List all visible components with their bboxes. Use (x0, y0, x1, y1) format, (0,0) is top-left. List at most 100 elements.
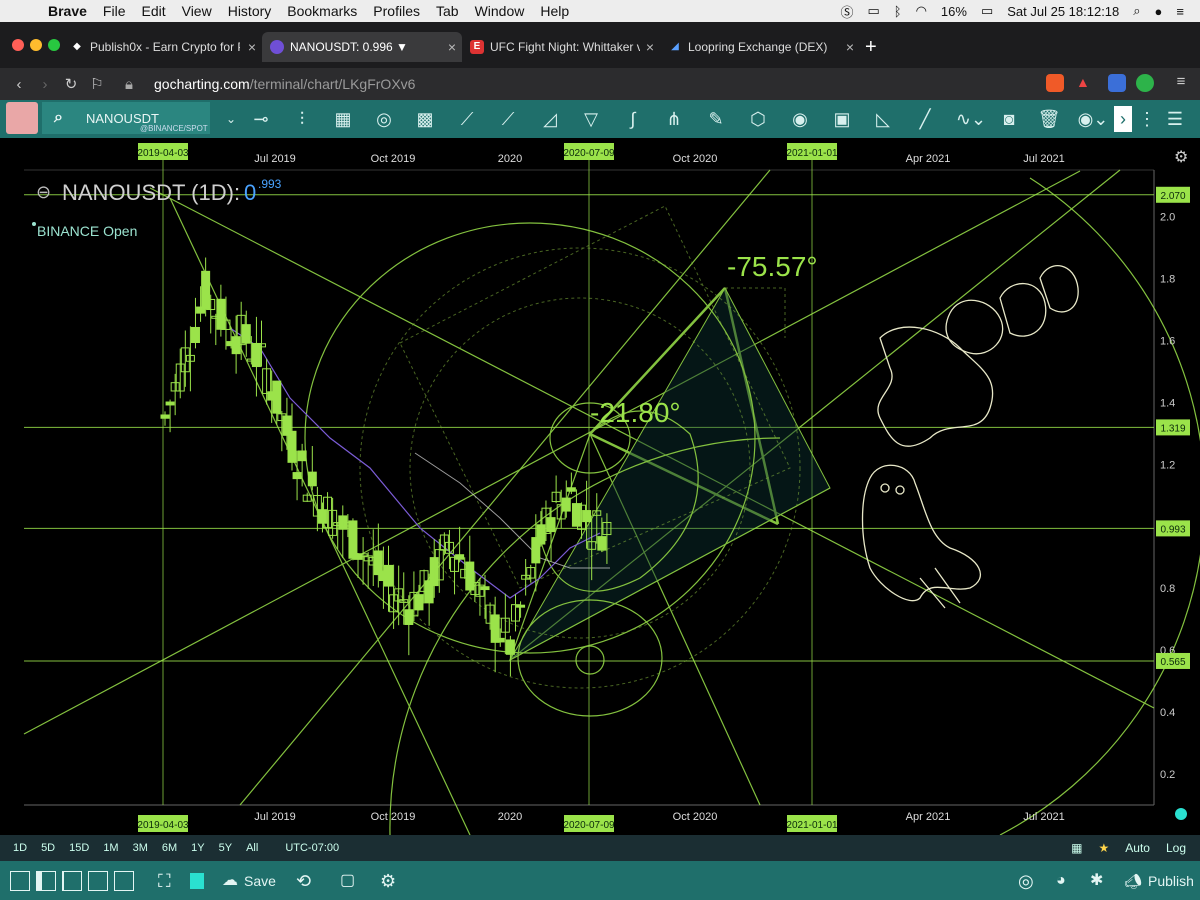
timeframe-1y[interactable]: 1Y (184, 842, 211, 854)
chevron-down-icon[interactable]: ⌄ (218, 106, 244, 132)
layout-columns-icon[interactable] (62, 871, 82, 891)
menu-file[interactable]: File (95, 3, 134, 19)
chart-settings-icon[interactable]: ⚙ (1174, 147, 1188, 166)
battery-icon[interactable]: ▭ (981, 3, 993, 19)
star-icon[interactable]: ★ (1099, 841, 1110, 855)
menu-history[interactable]: History (220, 3, 280, 19)
grammarly-icon[interactable] (1136, 74, 1154, 92)
menu-bookmarks[interactable]: Bookmarks (279, 3, 365, 19)
layout-split-icon[interactable] (36, 871, 56, 891)
close-tab-icon[interactable]: × (248, 39, 256, 55)
fullscreen-icon[interactable]: ⛶ (158, 870, 171, 892)
timeframe-3m[interactable]: 3M (126, 842, 155, 854)
user-avatar-icon[interactable]: ● (1155, 4, 1163, 19)
horizontal-line-tool-icon[interactable]: ⊸ (248, 106, 274, 132)
measure-icon[interactable]: ◺ (870, 106, 896, 132)
menu-tab[interactable]: Tab (428, 3, 467, 19)
timeframe-5y[interactable]: 5Y (212, 842, 239, 854)
timeframe-6m[interactable]: 6M (155, 842, 184, 854)
search-icon[interactable]: ⌕ (54, 102, 63, 134)
filter-icon[interactable]: ▽ (578, 106, 604, 132)
layout-grid-icon[interactable] (114, 871, 134, 891)
pitchfork-icon[interactable]: ⋔ (661, 106, 687, 132)
ray-tool-icon[interactable]: ⟋ (495, 106, 521, 132)
forward-icon[interactable]: › (32, 76, 58, 93)
megaphone-icon[interactable]: 📣︎ (1124, 870, 1142, 892)
theme-icon[interactable] (190, 873, 204, 889)
layout-rows-icon[interactable] (88, 871, 108, 891)
chart-svg[interactable]: 2019-04-03 2019-04-03 2020-07-09 2020-07-09… (0, 138, 1200, 835)
zoom-out-icon[interactable]: ⊖ (36, 182, 51, 202)
log-scale-toggle[interactable]: Log (1166, 841, 1186, 855)
timeframe-1d[interactable]: 1D (6, 842, 34, 854)
brave-shield-icon[interactable] (1046, 74, 1064, 92)
menubar-clock[interactable]: Sat Jul 25 18:12:18 (1007, 4, 1119, 19)
more-vertical-icon[interactable]: ⋮ (1134, 106, 1160, 132)
camera-icon[interactable]: ◙ (996, 106, 1022, 132)
menu-profiles[interactable]: Profiles (365, 3, 428, 19)
tab-loopring[interactable]: ◢ Loopring Exchange (DEX) × (660, 32, 860, 62)
history-icon[interactable]: ⟲ (296, 870, 311, 892)
eye-icon[interactable]: ◉⌄ (1076, 106, 1110, 132)
image-icon[interactable]: ▣ (829, 106, 855, 132)
cube-icon[interactable]: ⬡ (745, 106, 771, 132)
menu-help[interactable]: Help (532, 3, 577, 19)
back-icon[interactable]: ‹ (6, 76, 32, 93)
browser-menu-icon[interactable]: ≡ (1168, 73, 1194, 90)
brush-icon[interactable]: ✎ (703, 106, 729, 132)
app-logo[interactable] (6, 102, 38, 134)
wifi-icon[interactable]: ◠ (916, 3, 927, 19)
tab-nanousdt[interactable]: NANOUSDT: 0.996 ▼ × (262, 32, 462, 62)
bookmark-icon[interactable]: ⚐ (84, 75, 110, 93)
trash-icon[interactable]: 🗑︎ (1034, 106, 1064, 132)
publish-button[interactable]: Publish (1148, 870, 1194, 892)
fullscreen-window-button[interactable] (48, 39, 60, 51)
layout-single-icon[interactable] (10, 871, 30, 891)
save-button[interactable]: Save (244, 870, 276, 892)
settings-icon[interactable]: ⚙ (380, 870, 396, 892)
timeframe-all[interactable]: All (239, 842, 265, 854)
bluetooth-icon[interactable]: ᛒ (894, 4, 902, 19)
control-center-icon[interactable]: ≡ (1176, 4, 1184, 19)
discord-icon[interactable]: ◕ (1056, 870, 1066, 892)
new-tab-icon[interactable]: + (865, 36, 877, 59)
menu-window[interactable]: Window (467, 3, 533, 19)
address-field[interactable]: gocharting.com/terminal/chart/LKgFrOXv6 (154, 76, 415, 92)
curve-tool-icon[interactable]: ∫ (620, 106, 646, 132)
skype-icon[interactable]: Ⓢ (840, 2, 853, 21)
timezone-selector[interactable]: UTC-07:00 (285, 842, 339, 854)
chart-area[interactable]: 2019-04-03 2019-04-03 2020-07-09 2020-07-09… (0, 138, 1200, 835)
fan-tool-icon[interactable]: ◿ (537, 106, 563, 132)
translate-icon[interactable] (1108, 74, 1126, 92)
line-tool-icon[interactable]: ╱ (912, 106, 938, 132)
menu-edit[interactable]: Edit (133, 3, 173, 19)
indicator-icon[interactable]: ∿⌄ (954, 106, 988, 132)
expand-right-icon[interactable]: › (1114, 106, 1132, 132)
tab-ufc[interactable]: E UFC Fight Night: Whittaker vs. T × (462, 32, 660, 62)
menu-view[interactable]: View (174, 3, 220, 19)
scroll-indicator[interactable] (1175, 808, 1187, 820)
grid-tool-icon[interactable]: ▦ (330, 106, 356, 132)
vertical-line-tool-icon[interactable]: ⫶ (289, 106, 315, 132)
timeframe-5d[interactable]: 5D (34, 842, 62, 854)
spotlight-icon[interactable]: ⌕ (1133, 3, 1140, 19)
cloud-icon[interactable]: ☁ (222, 870, 238, 892)
gann-box-icon[interactable]: ▩ (412, 106, 438, 132)
minimize-window-button[interactable] (30, 39, 42, 51)
trendline-icon[interactable]: ⟋ (454, 106, 480, 132)
lock-icon[interactable]: 🔒︎ (116, 76, 142, 93)
menu-app-name[interactable]: Brave (40, 3, 95, 19)
spiral-tool-icon[interactable]: ◎ (371, 106, 397, 132)
lifebuoy-icon[interactable]: ◎ (1018, 870, 1034, 892)
symbol-search[interactable]: ⌕ NANOUSDT @BINANCE/SPOT (42, 102, 210, 134)
bug-icon[interactable]: ✱ (1090, 870, 1103, 892)
tab-publish0x[interactable]: ◆ Publish0x - Earn Crypto for Publ × (62, 32, 262, 62)
screen-icon[interactable]: ▭ (867, 3, 879, 19)
timeframe-1m[interactable]: 1M (96, 842, 125, 854)
grid-icon[interactable]: ▦ (1071, 841, 1082, 855)
hamburger-menu-icon[interactable]: ☰ (1162, 106, 1188, 132)
close-tab-icon[interactable]: × (448, 39, 456, 55)
new-chart-icon[interactable]: ▢ (340, 870, 355, 892)
close-tab-icon[interactable]: × (646, 39, 654, 55)
auto-scale-toggle[interactable]: Auto (1125, 841, 1150, 855)
